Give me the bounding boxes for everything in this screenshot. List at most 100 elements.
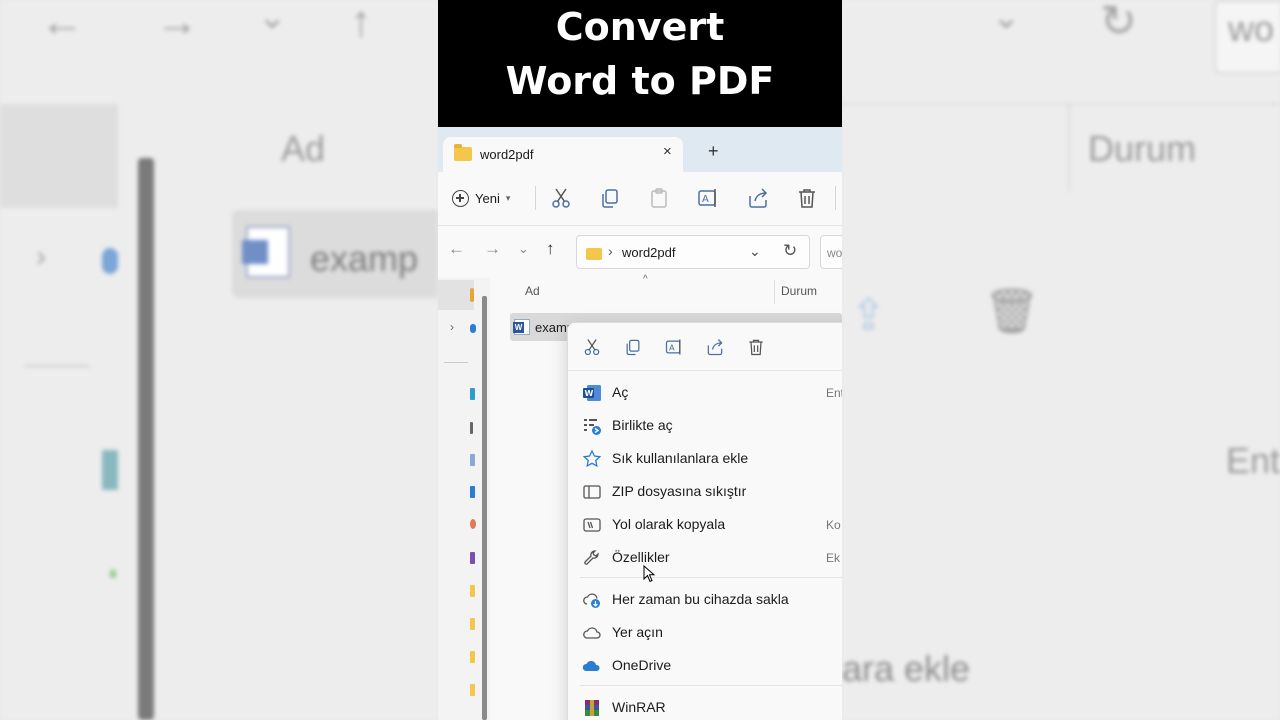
menu-item-add-favorites[interactable]: Sık kullanılanlara ekle	[568, 442, 842, 475]
folder-icon[interactable]	[470, 618, 475, 630]
column-separator[interactable]	[774, 280, 775, 304]
star-icon	[582, 449, 602, 468]
toolbar-separator	[535, 186, 536, 210]
menu-item-compress-zip[interactable]: ZIP dosyasına sıkıştır	[568, 475, 842, 508]
onedrive-icon[interactable]	[470, 324, 476, 333]
winrar-icon	[585, 700, 599, 716]
word-icon: W	[583, 385, 601, 401]
menu-item-copy-as-path[interactable]: Yol olarak kopyala Ko	[568, 508, 842, 541]
address-bar[interactable]: › word2pdf ⌄ ↻	[576, 235, 810, 269]
plus-circle-icon	[452, 189, 469, 207]
forward-arrow-icon[interactable]: →	[484, 240, 501, 257]
breadcrumb-word2pdf[interactable]: word2pdf	[622, 245, 675, 260]
copy-icon[interactable]	[598, 186, 622, 210]
new-button[interactable]: Yeni ▾	[452, 185, 510, 211]
folder-icon[interactable]	[470, 684, 475, 696]
menu-item-label: WinRAR	[612, 699, 666, 715]
tab-close-button[interactable]: ×	[663, 143, 672, 160]
new-button-label: Yeni	[475, 190, 500, 206]
banner-line-1: Convert	[555, 5, 725, 49]
menu-item-open[interactable]: W Aç Ent	[568, 376, 842, 409]
recent-locations-chevron-icon[interactable]: ⌄	[518, 242, 529, 255]
forward-arrow-icon: →	[155, 0, 199, 46]
nav-scrollbar[interactable]	[482, 296, 487, 720]
menu-item-label: Sık kullanılanlara ekle	[612, 450, 749, 466]
search-input[interactable]: wo	[820, 235, 842, 269]
column-header-name[interactable]: Ad	[525, 284, 540, 298]
menu-item-free-up-space[interactable]: Yer açın	[568, 616, 842, 649]
menu-item-winrar[interactable]: WinRAR	[568, 691, 842, 720]
bg-header-status: Durum	[1088, 128, 1197, 169]
menu-item-open-with[interactable]: Birlikte aç	[568, 409, 842, 442]
background-right: ⌄ ↻ wo Durum ⇪ 🗑 Ent ara ekle	[842, 0, 1280, 720]
refresh-icon[interactable]: ↻	[783, 241, 797, 261]
bg-word-icon	[242, 226, 290, 278]
menu-item-label: ZIP dosyasına sıkıştır	[612, 483, 747, 499]
cut-icon[interactable]	[582, 337, 602, 357]
wrench-icon	[584, 550, 599, 565]
search-text: wo	[827, 246, 842, 260]
pictures-icon[interactable]	[470, 486, 475, 498]
address-row: ← → ⌄ ↑ › word2pdf ⌄ ↻ wo	[438, 226, 842, 278]
bg-onedrive-icon	[102, 248, 118, 274]
background-left: ← → ⌄ ↑ Ad examp ›	[0, 0, 438, 720]
nav-item-selected[interactable]	[438, 280, 474, 310]
column-header-status[interactable]: Durum	[781, 284, 817, 298]
svg-text:W: W	[585, 389, 594, 398]
bg-search-box: wo	[1214, 0, 1280, 74]
delete-icon[interactable]	[795, 186, 819, 210]
back-arrow-icon: ←	[40, 0, 84, 46]
cloud-keep-icon	[583, 593, 600, 608]
bg-nav-selected	[0, 104, 118, 208]
context-quick-actions: A	[568, 323, 842, 371]
up-arrow-icon[interactable]: ↑	[546, 240, 555, 257]
bg-expand-icon: ›	[36, 240, 46, 273]
menu-separator	[580, 685, 842, 686]
new-tab-button[interactable]: +	[708, 142, 719, 160]
delete-icon[interactable]	[746, 337, 766, 357]
rename-icon[interactable]: A	[664, 337, 684, 357]
share-icon[interactable]	[705, 337, 725, 357]
music-icon[interactable]	[470, 519, 476, 529]
menu-item-properties[interactable]: Özellikler Ek	[568, 541, 842, 574]
cut-icon[interactable]	[549, 186, 573, 210]
copy-icon[interactable]	[623, 337, 643, 357]
cloud-outline-icon	[583, 627, 601, 639]
bg-nav-dot	[110, 570, 116, 578]
up-arrow-icon: ↑	[350, 0, 372, 46]
menu-item-label: Özellikler	[612, 549, 670, 565]
nav-divider	[444, 362, 468, 363]
downloads-icon[interactable]	[470, 422, 473, 434]
documents-icon[interactable]	[470, 454, 475, 466]
command-bar: Yeni ▾ A	[438, 172, 842, 226]
svg-text:A: A	[702, 194, 709, 205]
address-dropdown-icon[interactable]: ⌄	[749, 243, 761, 260]
menu-item-label: Her zaman bu cihazda sakla	[612, 591, 789, 607]
bg-menu-fragment: ara ekle	[842, 648, 971, 689]
menu-item-label: Yol olarak kopyala	[612, 516, 726, 532]
mouse-cursor-icon	[643, 565, 656, 583]
videos-icon[interactable]	[470, 552, 475, 564]
menu-item-onedrive[interactable]: OneDrive	[568, 649, 842, 682]
bg-header-name: Ad	[281, 128, 326, 169]
bg-share-icon: ⇪	[850, 291, 887, 340]
share-icon[interactable]	[746, 186, 770, 210]
tab-word2pdf[interactable]: word2pdf ×	[443, 137, 683, 173]
menu-item-always-keep[interactable]: Her zaman bu cihazda sakla	[568, 583, 842, 616]
paste-icon[interactable]	[647, 186, 671, 210]
bg-delete-icon: 🗑	[984, 287, 1040, 336]
bg-toolbar-divider	[842, 103, 1280, 105]
folder-icon[interactable]	[470, 585, 475, 597]
rename-icon[interactable]: A	[696, 186, 720, 210]
folder-icon[interactable]	[470, 651, 475, 663]
chevron-down-icon: ⌄	[258, 0, 287, 36]
menu-item-label: Aç	[612, 384, 629, 400]
word-document-icon	[513, 319, 530, 335]
desktop-icon[interactable]	[470, 388, 475, 400]
expand-chevron-icon[interactable]: ›	[450, 320, 454, 334]
back-arrow-icon[interactable]: ←	[448, 240, 465, 257]
tab-bar: word2pdf × +	[438, 127, 842, 173]
toolbar-separator	[835, 186, 836, 210]
banner-line-2: Word to PDF	[505, 59, 775, 103]
bg-scrollbar	[138, 158, 154, 720]
